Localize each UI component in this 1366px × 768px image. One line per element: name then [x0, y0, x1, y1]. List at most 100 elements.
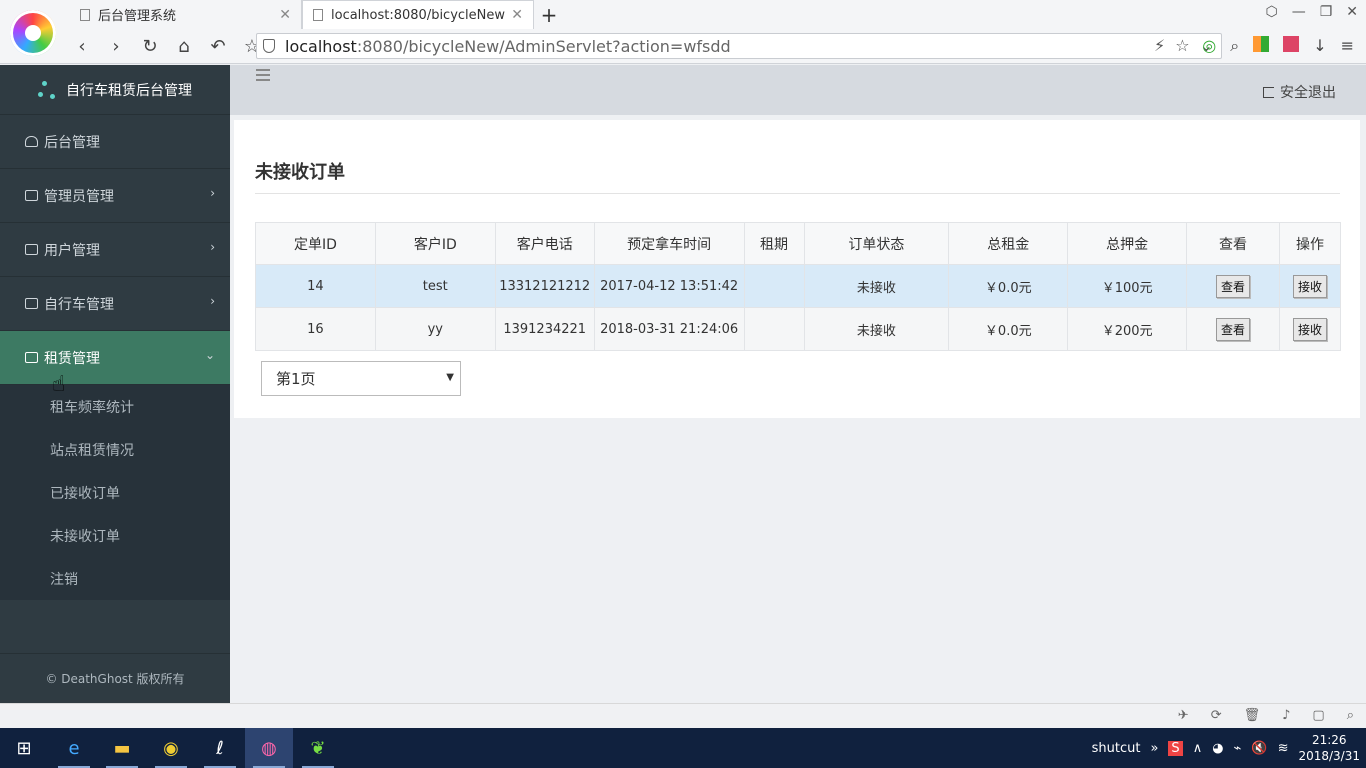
tab-close-icon[interactable]: ✕ [279, 7, 291, 23]
nav-buttons: ‹ › ↻ ⌂ ↶ ☆ [70, 31, 264, 61]
close-window-icon[interactable]: ✕ [1346, 4, 1358, 20]
tab-label: 后台管理系统 [98, 9, 177, 24]
sidebar-brand[interactable]: 自行车租赁后台管理 [0, 65, 230, 115]
volume-icon[interactable]: ♪ [1282, 708, 1290, 723]
brand-title: 自行车租赁后台管理 [66, 82, 192, 99]
top-header: 安全退出 [230, 65, 1366, 115]
tab-admin-system[interactable]: 后台管理系统 ✕ [70, 0, 302, 29]
minimize-icon[interactable]: — [1292, 4, 1306, 20]
rocket-icon[interactable]: ✈ [1178, 708, 1189, 723]
address-bar[interactable]: localhost:8080/bicycleNew/AdminServlet?a… [256, 33, 1222, 59]
window-icon[interactable]: ▢ [1312, 708, 1324, 723]
submenu-item-stations[interactable]: 站点租赁情况 [0, 428, 230, 471]
ie-icon[interactable]: e [50, 728, 98, 768]
wifi-icon[interactable]: ≋ [1278, 741, 1289, 756]
system-tray: shutcut » S ∧ ◕ ⌁ 🔇 ≋ 21:26 2018/3/31 [1092, 728, 1360, 768]
page-select[interactable]: 第1页 ▼ [261, 361, 461, 396]
page-title: 未接收订单 [255, 162, 345, 183]
submenu-item-logout[interactable]: 注销 [0, 557, 230, 600]
url-host: localhost [285, 36, 357, 56]
page-icon [313, 9, 323, 21]
column-header: 总押金 [1067, 222, 1188, 265]
app-leaf-icon[interactable]: ❦ [294, 728, 342, 768]
column-header: 客户ID [374, 222, 496, 265]
list-icon [25, 352, 38, 363]
tab-localhost[interactable]: localhost:8080/bicycleNew/Ac ✕ [302, 0, 534, 29]
cell-phone: 13312121212 [494, 264, 595, 308]
window-controls: ⬡ — ❐ ✕ [1265, 4, 1358, 20]
main-content: 未接收订单 定单ID 客户ID 客户电话 预定拿车时间 租期 订单状态 总租金 … [234, 120, 1360, 418]
sidebar-item-bicycles[interactable]: 自行车管理 › [0, 277, 230, 331]
reload-icon[interactable]: ↻ [138, 34, 162, 58]
sidebar-footer: © DeathGhost 版权所有 [0, 653, 230, 703]
accept-button[interactable]: 接收 [1292, 274, 1327, 298]
orders-table: 定单ID 客户ID 客户电话 预定拿车时间 租期 订单状态 总租金 总押金 查看… [255, 222, 1342, 351]
home-icon[interactable]: ⌂ [172, 34, 196, 58]
column-header: 客户电话 [494, 222, 595, 265]
cell-order-id: 16 [255, 307, 376, 351]
apps-icon[interactable] [1253, 36, 1270, 52]
cell-customer-id: yy [374, 307, 496, 351]
cell-pickup-time: 2018-03-31 21:24:06 [593, 307, 745, 351]
rental-submenu: 租车频率统计 站点租赁情况 已接收订单 未接收订单 注销 [0, 385, 230, 600]
sidebar: 自行车租赁后台管理 后台管理 管理员管理 › 用户管理 › 自行车管理 › 租赁… [0, 65, 230, 703]
sign-out-icon [1263, 86, 1274, 98]
table-row[interactable]: 14 test 13312121212 2017-04-12 13:51:42 … [255, 264, 1342, 308]
status-icons: ✈ ⟳ 🗑 ♪ ▢ ⌕ [1178, 708, 1354, 723]
undo-icon[interactable]: ↶ [206, 34, 230, 58]
browser-status-bar: ✈ ⟳ 🗑 ♪ ▢ ⌕ [0, 703, 1366, 728]
hamburger-icon[interactable] [256, 69, 270, 84]
sidebar-item-users[interactable]: 用户管理 › [0, 223, 230, 277]
zoom-icon[interactable]: ⌕ [1347, 708, 1354, 723]
speaker-mute-icon[interactable]: 🔇 [1251, 741, 1267, 756]
sidebar-item-label: 后台管理 [44, 134, 100, 151]
chevron-right-icon: › [210, 240, 215, 254]
browser-toolbar: 后台管理系统 ✕ localhost:8080/bicycleNew/Ac ✕ … [0, 0, 1366, 64]
submenu-item-frequency[interactable]: 租车频率统计 [0, 385, 230, 428]
refresh-icon[interactable]: ⟳ [1211, 708, 1222, 723]
qq-icon[interactable]: ◕ [1212, 741, 1223, 756]
trash-icon[interactable]: 🗑 [1244, 708, 1261, 723]
browser-taskbar-icon[interactable]: ◍ [245, 728, 293, 768]
forward-icon[interactable]: › [104, 34, 128, 58]
eclipse-icon[interactable]: ◉ [147, 728, 195, 768]
cell-deposit: ￥200元 [1067, 307, 1188, 351]
menu-icon[interactable]: ≡ [1341, 36, 1354, 56]
tab-close-icon[interactable]: ✕ [511, 7, 523, 23]
network-icon[interactable]: ⌁ [1234, 741, 1242, 756]
view-button[interactable]: 查看 [1216, 274, 1251, 298]
chevron-up-icon[interactable]: ∧ [1193, 741, 1203, 756]
folder-icon[interactable]: ▬ [98, 728, 146, 768]
favorite-icon[interactable]: ☆ [1175, 36, 1189, 55]
chevron-down-icon: ⌄ [204, 348, 215, 362]
cell-deposit: ￥100元 [1067, 264, 1188, 308]
skin-icon[interactable]: ⬡ [1265, 4, 1277, 20]
new-tab-button[interactable]: + [534, 0, 564, 29]
sogou-icon[interactable]: S [1168, 740, 1183, 756]
expand-icon[interactable]: » [1150, 741, 1158, 756]
cell-customer-id: test [374, 264, 496, 308]
submenu-item-pending[interactable]: 未接收订单 [0, 514, 230, 557]
lightning-icon[interactable]: ⚡ [1154, 36, 1165, 55]
sidebar-item-dashboard[interactable]: 后台管理 [0, 115, 230, 169]
sidebar-item-rental[interactable]: 租赁管理 ⌄ [0, 331, 230, 385]
accept-button[interactable]: 接收 [1292, 317, 1327, 341]
cell-view: 查看 [1186, 307, 1280, 351]
search-engine-icon[interactable]: ◎ [1202, 36, 1216, 56]
cell-status: 未接收 [803, 307, 950, 351]
pen-icon[interactable]: ℓ [196, 728, 244, 768]
windows-start-icon[interactable]: ⊞ [0, 728, 48, 768]
search-icon[interactable]: ⌕ [1230, 36, 1239, 56]
view-button[interactable]: 查看 [1216, 317, 1251, 341]
maximize-icon[interactable]: ❐ [1320, 4, 1333, 20]
back-icon[interactable]: ‹ [70, 34, 94, 58]
table-row[interactable]: 16 yy 1391234221 2018-03-31 21:24:06 未接收… [255, 307, 1342, 351]
logout-button[interactable]: 安全退出 [1263, 82, 1336, 102]
ticket-icon[interactable] [1283, 36, 1300, 52]
table-header-row: 定单ID 客户ID 客户电话 预定拿车时间 租期 订单状态 总租金 总押金 查看… [255, 222, 1342, 265]
sidebar-item-admins[interactable]: 管理员管理 › [0, 169, 230, 223]
download-icon[interactable]: ↓ [1313, 36, 1326, 56]
brand-logo-icon [38, 80, 60, 100]
clock[interactable]: 21:26 2018/3/31 [1298, 732, 1360, 764]
submenu-item-accepted[interactable]: 已接收订单 [0, 471, 230, 514]
